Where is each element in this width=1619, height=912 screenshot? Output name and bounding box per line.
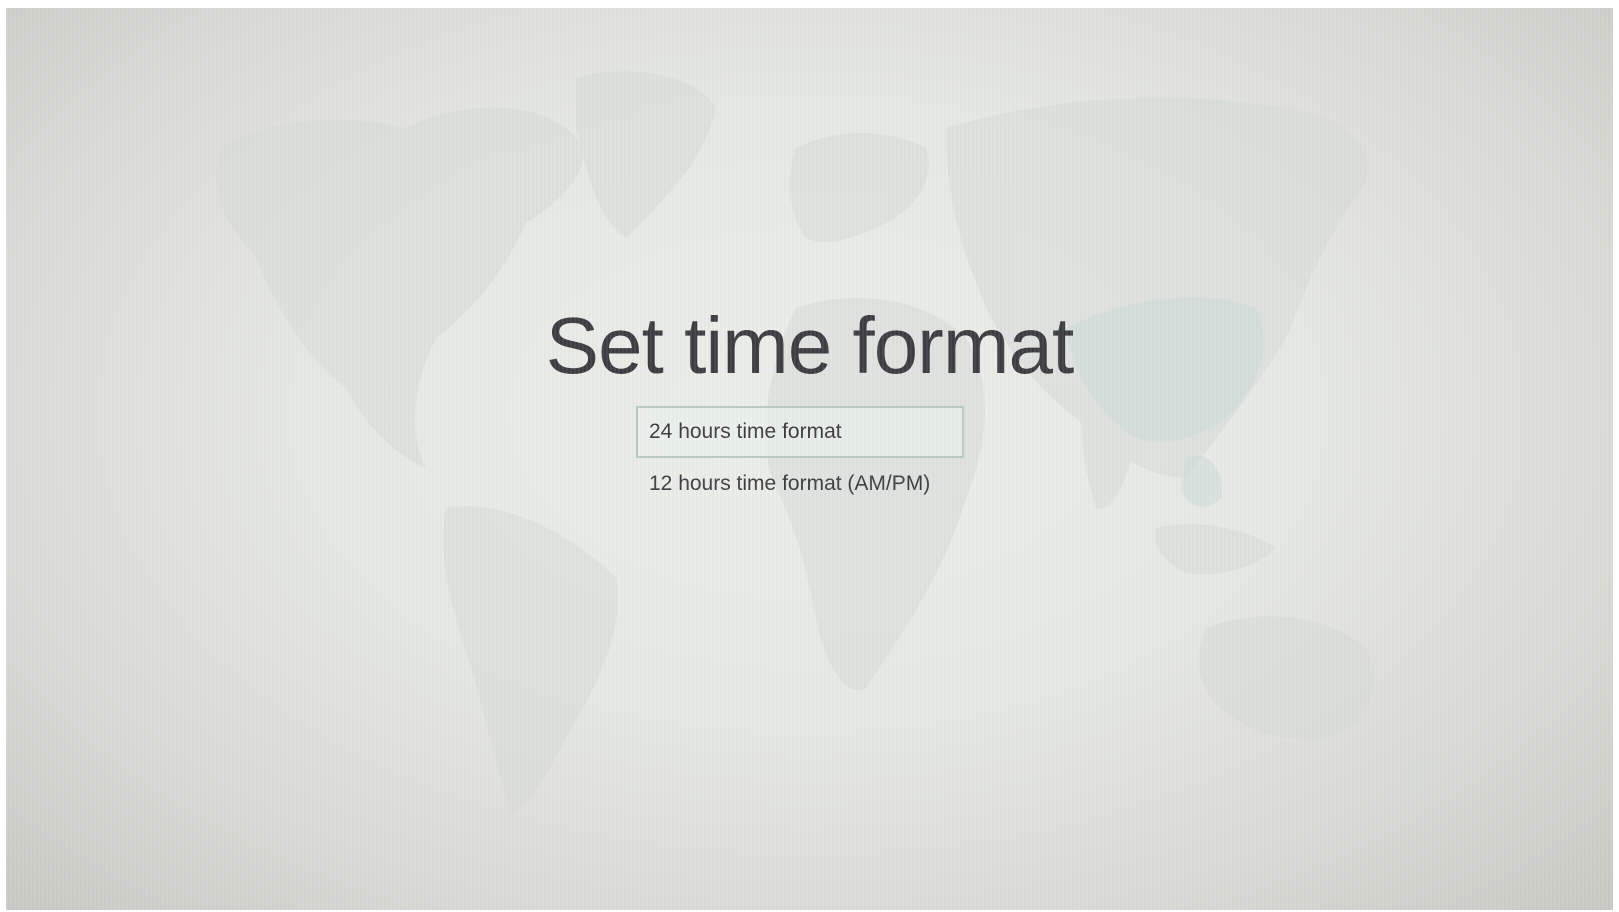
setup-screen: Set time format 24 hours time format 12 … (6, 8, 1613, 910)
time-format-panel: Set time format 24 hours time format 12 … (6, 8, 1613, 910)
option-label: 24 hours time format (649, 420, 842, 443)
option-12-hour-format[interactable]: 12 hours time format (AM/PM) (636, 458, 964, 510)
page-title: Set time format (545, 301, 1074, 390)
option-24-hour-format[interactable]: 24 hours time format (636, 406, 964, 458)
option-label: 12 hours time format (AM/PM) (649, 472, 931, 495)
